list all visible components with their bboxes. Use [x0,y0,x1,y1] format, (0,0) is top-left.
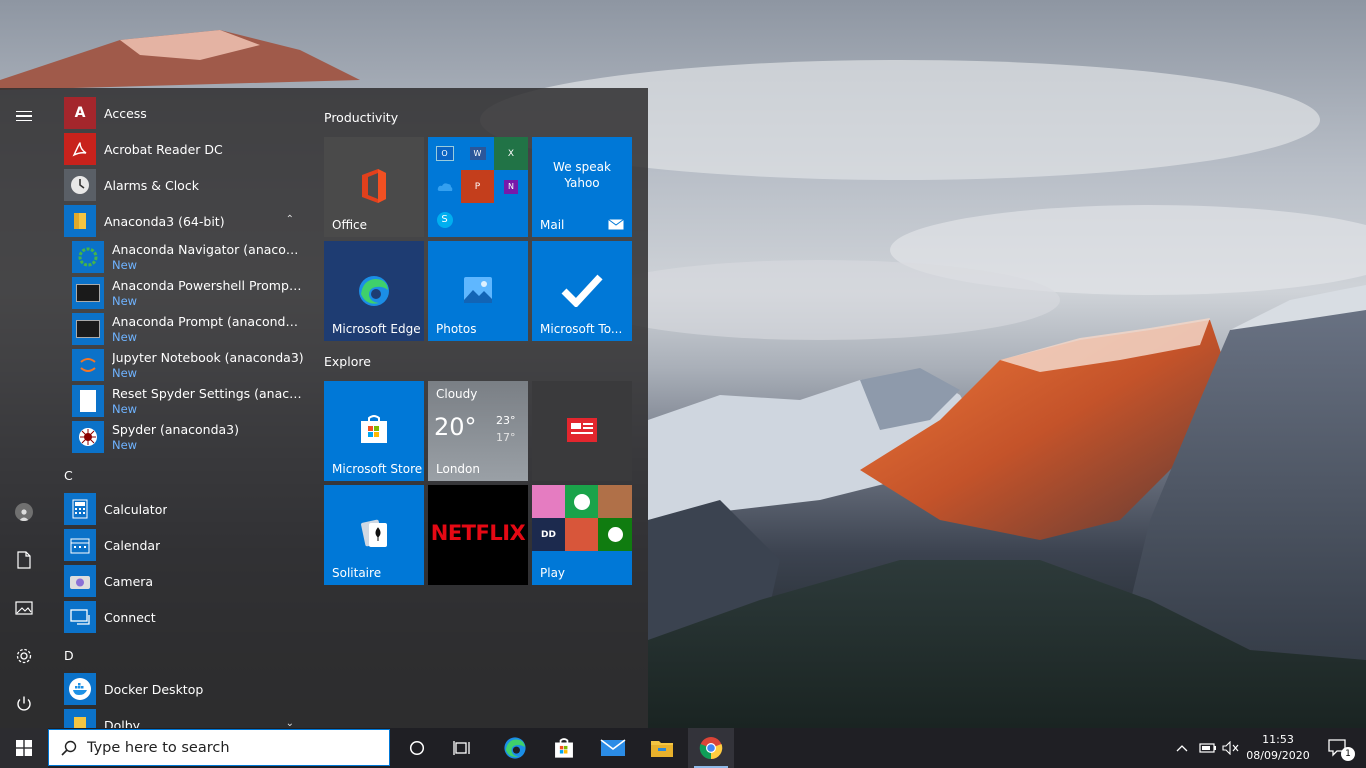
tile-netflix[interactable]: NETFLIX [428,485,528,585]
cortana-button[interactable] [396,728,438,768]
taskbar-clock[interactable]: 11:53 08/09/2020 [1244,732,1312,764]
netflix-logo: NETFLIX [430,521,526,545]
mail-icon [600,739,626,756]
settings-icon[interactable] [0,634,48,678]
chrome-icon [699,737,723,760]
tile-label: Microsoft Store [332,462,423,476]
news-icon [567,418,597,442]
user-account-button[interactable] [0,490,48,534]
battery-icon [1199,743,1216,753]
taskbar-edge[interactable] [492,728,538,768]
store-icon [361,415,387,443]
tile-solitaire[interactable]: Solitaire [324,485,424,585]
edge-icon [359,276,389,306]
app-list-d: Docker Desktop Dolby ⌄ [60,88,312,728]
onedrive-icon [428,170,461,203]
tile-label: Microsoft To... [540,322,623,336]
volume-button[interactable] [1220,728,1242,768]
photos-icon [464,277,492,303]
tile-label: Play [540,566,566,580]
mail-tile-text: We speak Yahoo [553,160,611,190]
taskbar: 11:53 08/09/2020 1 [0,728,1366,768]
dolby-icon: DD [532,518,565,551]
tile-photos[interactable]: Photos [428,241,528,341]
taskbar-store[interactable] [541,728,587,768]
app-docker-desktop[interactable]: Docker Desktop [64,672,304,706]
tile-weather[interactable]: Cloudy 20° 23° 17° London [428,381,528,481]
start-button[interactable] [0,728,48,768]
tile-microsoft-edge[interactable]: Microsoft Edge [324,241,424,341]
store-icon [555,738,573,758]
word-icon: W [461,137,494,170]
solitaire-icon [361,519,387,547]
candy-friends-icon [565,518,598,551]
power-icon[interactable] [0,682,48,726]
powerpoint-icon: P [461,170,494,203]
edge-icon [504,737,526,759]
volume-muted-icon [1222,741,1239,755]
candy-crush-icon [532,485,565,518]
tile-microsoft-store[interactable]: Microsoft Store [324,381,424,481]
start-rail [0,88,48,728]
folder-icon [64,709,96,728]
task-view-icon [453,741,470,755]
pictures-icon[interactable] [0,586,48,630]
cortana-icon [409,740,425,756]
task-view-button[interactable] [442,728,484,768]
start-menu: A Access Acrobat Reader DC Alarms & Cloc… [0,88,648,728]
game-icon [598,485,632,518]
taskbar-mail[interactable] [590,728,636,768]
chevron-up-icon [1176,745,1188,752]
taskbar-file-explorer[interactable] [639,728,685,768]
outlook-icon: O [428,137,461,170]
docker-icon [64,673,96,705]
clock-time: 11:53 [1262,733,1294,746]
group-title-productivity[interactable]: Productivity [324,110,398,125]
user-icon [15,503,33,521]
search-input[interactable] [85,738,379,757]
chevron-down-icon[interactable]: ⌄ [286,718,294,728]
windows-logo-icon [16,740,32,756]
tile-mail[interactable]: We speak Yahoo Mail [532,137,632,237]
mail-icon [608,219,624,230]
weather-temperature: 20° [434,413,477,441]
file-explorer-icon [651,741,673,757]
app-label: Dolby [104,717,141,729]
taskbar-chrome[interactable] [688,728,734,768]
tile-label: London [436,462,480,476]
skype-icon: S [428,203,461,237]
hamburger-icon[interactable] [0,94,48,138]
tile-microsoft-todo[interactable]: Microsoft To... [532,241,632,341]
documents-icon[interactable] [0,538,48,582]
tile-label: Solitaire [332,566,382,580]
clock-date: 08/09/2020 [1246,749,1310,762]
weather-condition: Cloudy [436,387,478,401]
excel-icon: X [494,137,528,170]
office-icon [362,169,386,203]
tile-label: Office [332,218,368,232]
app-folder-dolby[interactable]: Dolby ⌄ [64,708,304,728]
tile-play[interactable]: DD Play [532,485,632,585]
battery-button[interactable] [1196,728,1220,768]
action-center-button[interactable]: 1 [1318,728,1358,768]
search-icon [61,740,77,756]
tile-label: Photos [436,322,477,336]
tile-office[interactable]: Office [324,137,424,237]
tile-label: Microsoft Edge [332,322,421,336]
taskbar-search-box[interactable] [48,729,390,766]
checkmark-icon [561,274,603,307]
weather-low: 17° [496,431,516,444]
notification-count-badge: 1 [1341,747,1355,761]
onenote-icon: N [494,170,528,203]
tile-news[interactable] [532,381,632,481]
spotify-icon [565,485,598,518]
group-title-explore[interactable]: Explore [324,354,371,369]
xbox-icon [598,518,632,551]
weather-high: 23° [496,414,516,427]
tile-label: Mail [540,218,565,232]
app-label: Docker Desktop [104,681,204,697]
tile-office-apps-folder[interactable]: O W X P N S [428,137,528,237]
show-hidden-icons-button[interactable] [1170,728,1194,768]
